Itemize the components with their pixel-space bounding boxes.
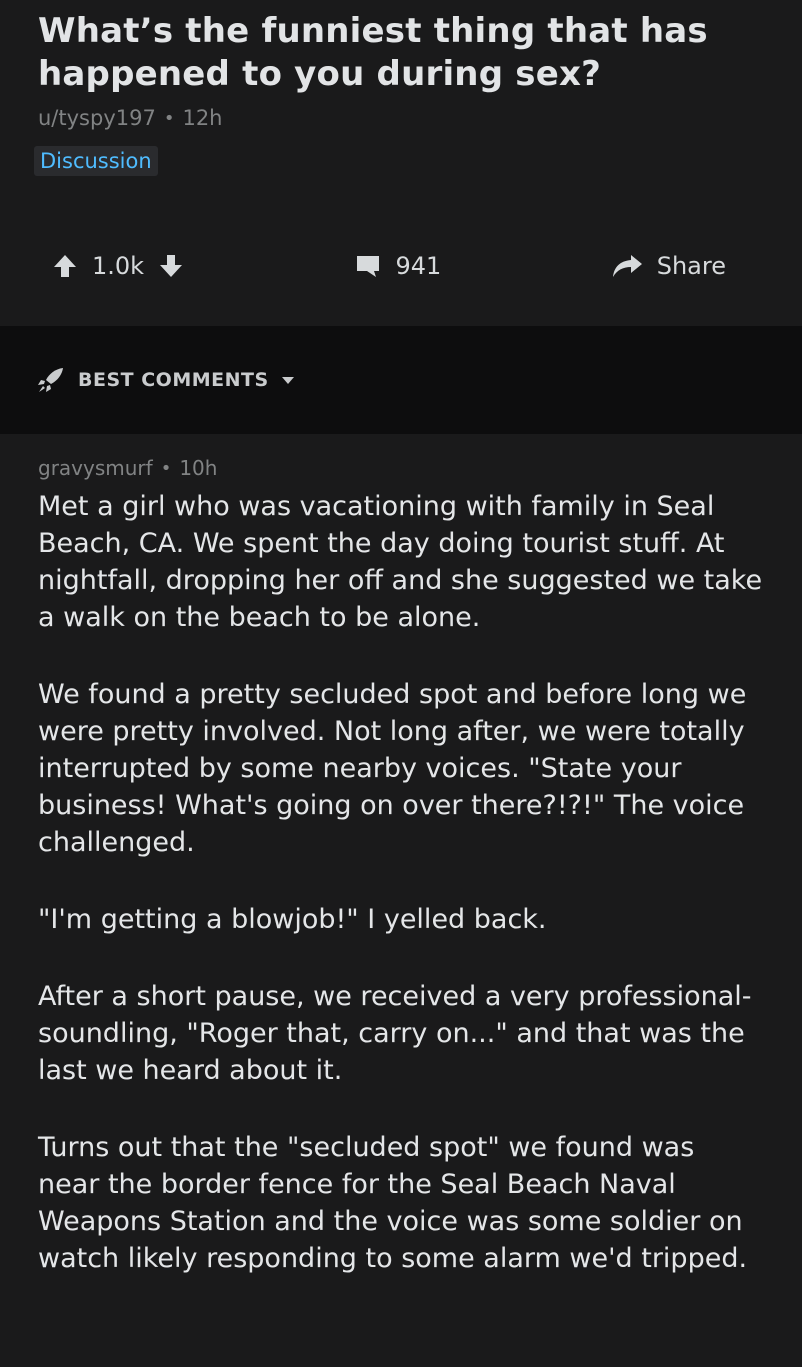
- comment-sort-dropdown[interactable]: BEST COMMENTS: [0, 326, 802, 434]
- share-label: Share: [656, 252, 726, 280]
- comment-body: Met a girl who was vacationing with fami…: [38, 488, 764, 1277]
- comment-author[interactable]: gravysmurf: [38, 456, 153, 480]
- comment-icon: [354, 253, 382, 279]
- post-flair[interactable]: Discussion: [34, 146, 158, 176]
- comment-time: 10h: [179, 456, 218, 480]
- upvote-icon[interactable]: [52, 253, 78, 279]
- sort-label: BEST COMMENTS: [78, 369, 269, 391]
- post-actions: 1.0k 941 Share: [52, 252, 726, 280]
- post-author[interactable]: u/tyspy197: [38, 106, 156, 130]
- comment-paragraph: We found a pretty secluded spot and befo…: [38, 679, 747, 858]
- vote-group: 1.0k: [52, 252, 184, 280]
- comment-meta: gravysmurf • 10h: [38, 456, 764, 480]
- share-button[interactable]: Share: [611, 252, 726, 280]
- post-meta: u/tyspy197 • 12h: [38, 106, 764, 130]
- meta-separator: •: [160, 457, 172, 479]
- comment: gravysmurf • 10h Met a girl who was vaca…: [0, 434, 802, 1277]
- downvote-icon[interactable]: [158, 253, 184, 279]
- meta-separator: •: [163, 107, 175, 129]
- comment-count: 941: [395, 252, 442, 280]
- comment-button[interactable]: 941: [354, 252, 442, 280]
- rocket-icon: [36, 366, 66, 394]
- comment-paragraph: "I'm getting a blowjob!" I yelled back.: [38, 904, 547, 935]
- comment-paragraph: Met a girl who was vacationing with fami…: [38, 491, 763, 633]
- caret-down-icon: [281, 375, 295, 385]
- share-icon: [611, 253, 643, 279]
- post-header: What’s the funniest thing that has happe…: [0, 0, 802, 318]
- post-score: 1.0k: [92, 252, 145, 280]
- comment-paragraph: After a short pause, we received a very …: [38, 981, 752, 1086]
- post-title[interactable]: What’s the funniest thing that has happe…: [38, 10, 764, 96]
- comment-paragraph: Turns out that the "secluded spot" we fo…: [38, 1132, 748, 1274]
- post-time: 12h: [182, 106, 223, 130]
